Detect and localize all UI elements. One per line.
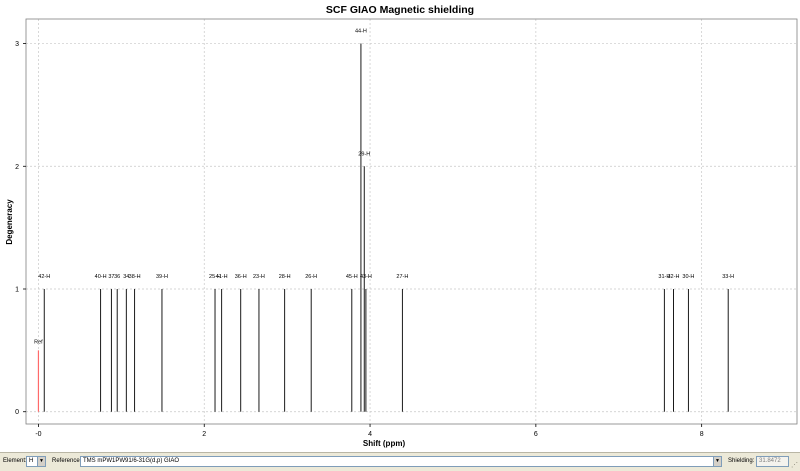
element-label: Element: [3, 458, 27, 464]
shielding-value: 31.8472 [759, 458, 781, 464]
y-tick-label: 1 [15, 287, 19, 294]
element-value: H [29, 458, 34, 464]
shielding-field: 31.8472 [756, 456, 789, 467]
x-tick-label: 2 [202, 431, 206, 438]
x-tick-label: -0 [35, 431, 41, 438]
x-tick-label: 6 [534, 431, 538, 438]
peak-label: 36 [114, 274, 120, 280]
peak-label: 28-H [279, 274, 291, 280]
chart-title: SCF GIAO Magnetic shielding [326, 4, 474, 16]
peak-label: 43-H [360, 274, 372, 280]
x-tick-label: 8 [700, 431, 704, 438]
y-tick-label: 0 [15, 409, 19, 416]
plot-frame [25, 18, 798, 425]
shielding-label: Shielding: [728, 458, 755, 464]
peak-label: 44-H [355, 29, 367, 35]
y-axis-label: Degeneracy [5, 199, 14, 245]
magnetic-shielding-chart: -0 2 4 6 80123 Ref42-H 40-H 37 36 34 38-H 39-H 25-H… [5, 4, 798, 448]
reference-value: TMS mPW1PW91/6-31G(d,p) GIAO [83, 458, 180, 464]
y-tick-label: 2 [15, 164, 19, 171]
chart-area: -0 2 4 6 8 0 1 2 3 Ref 42-H 40-H 37 36 34 38-H 39-H 25-H… [0, 0, 800, 452]
y-tick-label: 3 [15, 41, 19, 48]
peak-label: 42-H [38, 274, 50, 280]
peak-label: 39-H [156, 274, 168, 280]
peak-label: 41-H [216, 274, 228, 280]
peak-label: 38-H [129, 274, 141, 280]
peak-label: 30-H [682, 274, 694, 280]
peak-label: 26-H [305, 274, 317, 280]
chevron-down-icon[interactable]: ▼ [37, 457, 45, 466]
chevron-down-icon[interactable]: ▼ [713, 457, 721, 466]
element-select[interactable]: H ▼ [26, 456, 46, 467]
peak-labels: Ref42-H 40-H 37 36 34 38-H 39-H 25-H41-H 36-H 23-… [34, 29, 734, 346]
reference-label: Reference: [52, 458, 82, 464]
resize-grip-icon[interactable]: ⋰ [791, 462, 799, 470]
peak-label: 36-H [235, 274, 247, 280]
peak-label: 23-H [253, 274, 265, 280]
peak-label: 40-H [95, 274, 107, 280]
x-tick-label: 4 [368, 431, 372, 438]
grid [26, 19, 797, 424]
peak-label: 33-H [722, 274, 734, 280]
peaks [37, 43, 729, 412]
peak-label: 45-H [346, 274, 358, 280]
peak-label: 29-H [358, 151, 370, 157]
peak-label: 32-H [668, 274, 680, 280]
axes: -0 2 4 6 8 0 1 2 3 [15, 18, 798, 438]
reference-select[interactable]: TMS mPW1PW91/6-31G(d,p) GIAO ▼ [80, 456, 722, 467]
controls-bar: Element: H ▼ Reference: TMS mPW1PW91/6-3… [0, 452, 800, 471]
reference-label: Ref [34, 339, 43, 345]
x-axis-label: Shift (ppm) [363, 439, 406, 448]
peak-label: 27-H [396, 274, 408, 280]
